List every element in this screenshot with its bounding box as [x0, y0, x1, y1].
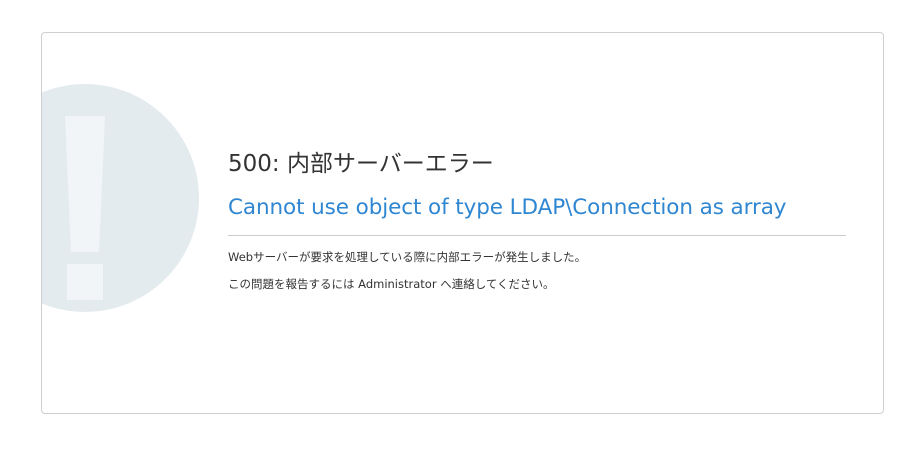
divider [228, 235, 846, 236]
error-message: Cannot use object of type LDAP\Connectio… [228, 195, 787, 220]
error-heading: 500: 内部サーバーエラー [228, 151, 494, 177]
exclamation-dot [67, 264, 103, 300]
exclamation-circle-icon [42, 84, 199, 312]
error-card: 500: 内部サーバーエラー Cannot use object of type… [41, 32, 884, 414]
error-description: Webサーバーが要求を処理している際に内部エラーが発生しました。 [228, 250, 587, 264]
exclamation-circle-graphic [42, 84, 199, 312]
exclamation-bar [65, 116, 105, 252]
exclamation-circle-bg [42, 84, 199, 312]
report-instruction: この問題を報告するには Administrator へ連絡してください。 [228, 277, 555, 291]
error-content: 500: 内部サーバーエラー Cannot use object of type… [228, 149, 846, 293]
